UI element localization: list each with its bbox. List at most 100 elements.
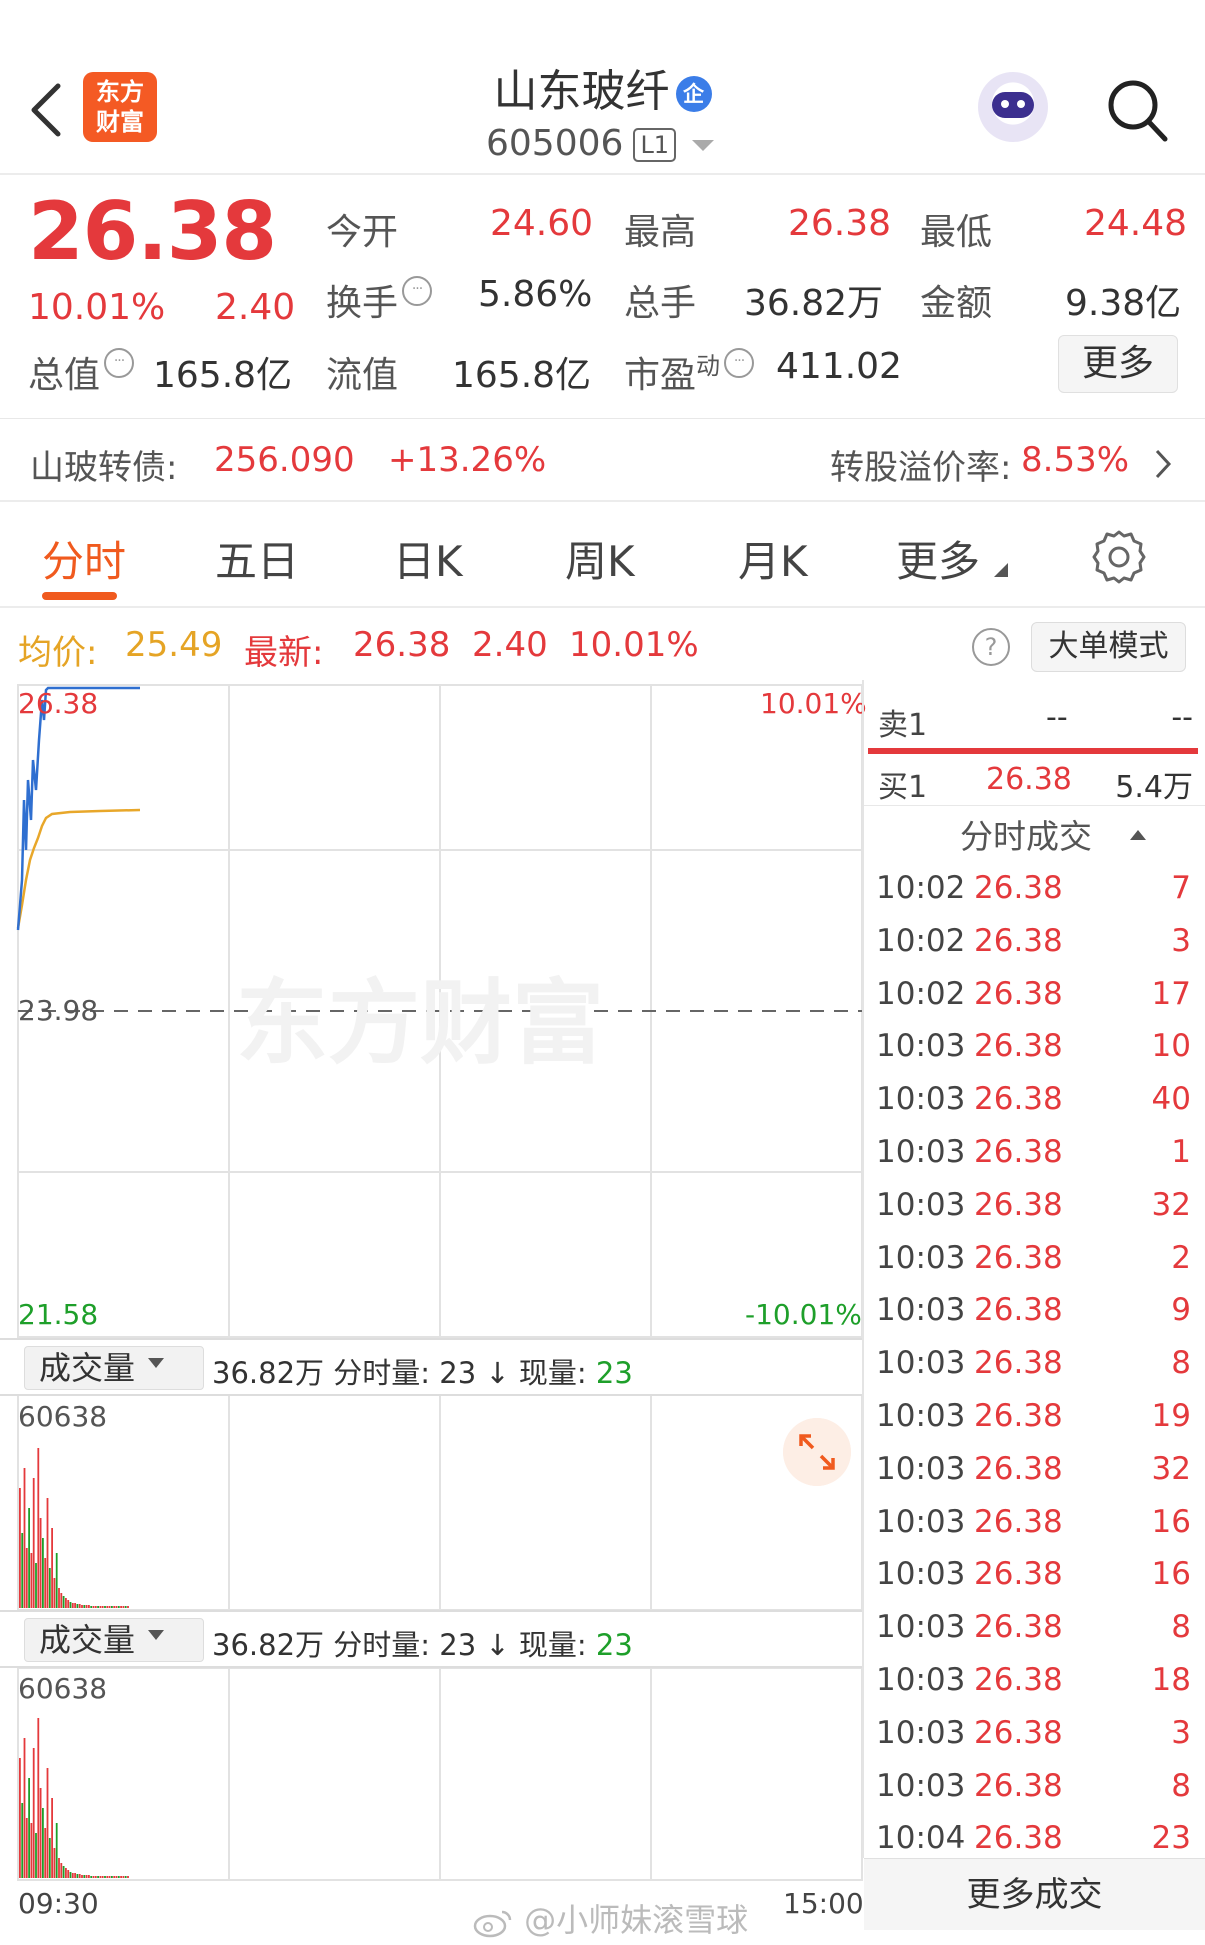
- volume-bar: [30, 1823, 33, 1878]
- volume-bar: [44, 1828, 47, 1878]
- trade-time: 10:03: [876, 1345, 966, 1382]
- sort-up-icon[interactable]: [1130, 830, 1146, 840]
- volume-bar: [113, 1876, 116, 1878]
- volume-bar: [108, 1876, 111, 1878]
- volume-total: 36.82万: [212, 1356, 325, 1390]
- premium-value: 8.53%: [1021, 440, 1130, 480]
- trade-time: 10:03: [876, 1503, 966, 1540]
- latest-percent: 10.01%: [569, 625, 699, 665]
- robot-eye: [1001, 100, 1009, 108]
- level-badge: L1: [633, 128, 677, 162]
- divider: [0, 500, 1205, 502]
- tab-weekly-k[interactable]: 周K: [565, 528, 635, 589]
- trade-volume: 23: [1151, 1820, 1191, 1857]
- expand-icon[interactable]: [783, 1418, 851, 1486]
- tab-daily-k[interactable]: 日K: [393, 528, 463, 589]
- premium-label: 转股溢价率:: [830, 448, 1012, 488]
- volume-bar: [19, 1758, 21, 1878]
- bond-name[interactable]: 山玻转债:: [30, 440, 177, 489]
- pe-value: 411.02: [776, 346, 902, 387]
- code-dropdown-icon[interactable]: [692, 140, 714, 151]
- info-icon[interactable]: ···: [104, 348, 135, 378]
- volume-bar: [35, 1833, 37, 1878]
- search-icon[interactable]: [1105, 75, 1169, 145]
- trade-price: 26.38: [974, 1767, 1063, 1804]
- trade-row: 10:03 26.38 8: [876, 1768, 1191, 1808]
- trade-volume: 1: [1171, 1134, 1191, 1170]
- trade-time: 10:03: [876, 1134, 966, 1170]
- volume-bar: [62, 1866, 65, 1878]
- volume-bar: [108, 1606, 111, 1608]
- info-icon[interactable]: ···: [402, 276, 433, 306]
- mktcap-label: 总值 ···: [28, 346, 135, 398]
- chart-grid: [17, 684, 863, 1881]
- volume-bar: [122, 1876, 125, 1878]
- big-order-mode-button[interactable]: 大单模式: [1031, 622, 1186, 672]
- volume-bar: [81, 1875, 83, 1878]
- volume-bar: [88, 1605, 90, 1608]
- tab-intraday[interactable]: 分时: [42, 528, 126, 589]
- enterprise-badge-icon: 企: [675, 76, 712, 112]
- more-quote-button[interactable]: 更多: [1058, 335, 1178, 393]
- volume-bar: [117, 1606, 120, 1608]
- volume-stats: 36.82万 分时量: 23 ↓ 现量: 23: [212, 1622, 633, 1664]
- volume-bar: [92, 1606, 95, 1608]
- volume-bar: [67, 1600, 70, 1608]
- trade-time: 10:03: [876, 1239, 966, 1276]
- sell1-label: 卖1: [878, 708, 928, 743]
- price-lines: [16, 686, 141, 931]
- trade-row: 10:02 26.38 3: [876, 923, 1191, 963]
- buy1-label: 买1: [878, 770, 928, 805]
- indicator-select[interactable]: 成交量: [24, 1346, 204, 1390]
- latest-change: 2.40: [472, 625, 548, 665]
- volume-bar: [104, 1876, 106, 1878]
- bond-price: 256.090: [214, 440, 355, 480]
- trade-price: 26.38: [974, 1292, 1063, 1329]
- volume-bar: [30, 1553, 33, 1608]
- y-bottom-percent: -10.01%: [745, 1298, 862, 1331]
- last-price: 26.38: [28, 185, 277, 278]
- trade-row: 10:03 26.38 19: [876, 1398, 1191, 1438]
- low-label: 最低: [920, 212, 993, 253]
- intraday-chart[interactable]: 东方财富: [0, 680, 865, 1920]
- help-icon[interactable]: ?: [972, 628, 1010, 666]
- volume-bar: [19, 1488, 21, 1608]
- volume-bar: [92, 1876, 95, 1878]
- divider: [864, 805, 1205, 806]
- indicator-select[interactable]: 成交量: [24, 1618, 204, 1662]
- volume-max-label: 60638: [18, 1672, 108, 1705]
- trade-row: 10:02 26.38 17: [876, 976, 1191, 1016]
- tab-monthly-k[interactable]: 月K: [738, 528, 808, 589]
- trade-price: 26.38: [974, 922, 1063, 959]
- info-icon[interactable]: ···: [724, 348, 755, 378]
- volume-bar: [67, 1870, 70, 1878]
- divider: [0, 606, 1205, 608]
- trade-time: 10:03: [876, 1714, 966, 1751]
- stock-name: 山东玻纤: [493, 66, 670, 117]
- tab-five-day[interactable]: 五日: [215, 528, 299, 589]
- volume-bar: [46, 1498, 49, 1608]
- volume-bar: [39, 1518, 42, 1608]
- current-volume-label: 现量:: [518, 1356, 587, 1390]
- volume-bar: [78, 1604, 81, 1608]
- trade-time: 10:03: [876, 1028, 966, 1065]
- down-arrow-icon: ↓: [485, 1356, 510, 1390]
- volume-bar: [35, 1563, 37, 1608]
- volume-bar: [58, 1588, 60, 1608]
- assistant-robot-icon[interactable]: [978, 72, 1048, 142]
- volume-total: 36.82万: [212, 1628, 325, 1662]
- trade-time: 10:03: [876, 1186, 966, 1223]
- bond-change: +13.26%: [388, 440, 547, 480]
- gear-icon[interactable]: [1090, 528, 1148, 586]
- volume-bar: [55, 1553, 58, 1608]
- tab-more[interactable]: 更多: [896, 528, 980, 589]
- trades-title[interactable]: 分时成交: [960, 810, 1092, 858]
- stock-code-row[interactable]: 605006 L1: [486, 123, 677, 164]
- trade-row: 10:03 26.38 10: [876, 1028, 1191, 1068]
- more-trades-button[interactable]: 更多成交: [864, 1858, 1205, 1930]
- current-volume: 23: [595, 1356, 633, 1390]
- chevron-right-icon[interactable]: [1153, 448, 1173, 480]
- y-bottom-price: 21.58: [18, 1298, 99, 1331]
- volume-bar: [106, 1876, 109, 1878]
- divider: [0, 418, 1205, 419]
